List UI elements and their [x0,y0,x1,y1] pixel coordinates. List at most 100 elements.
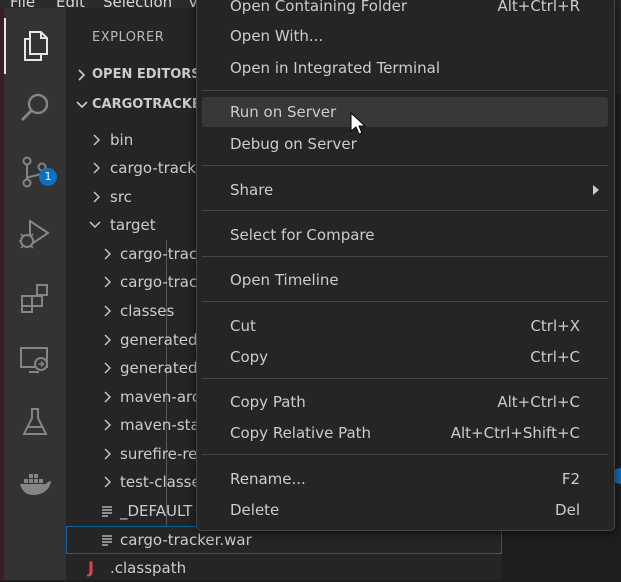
tree-item-label: target [110,216,156,234]
tree-item-label: maven-arc [120,388,201,406]
menu-separator [202,90,608,91]
menu-item-shortcut: Alt+Ctrl+C [497,393,580,411]
chevron-right-icon [104,419,111,431]
menu-item-copy-path[interactable]: Copy Path Alt+Ctrl+C [202,387,608,417]
chevron-right-icon [78,69,86,81]
menu-separator [202,210,608,211]
submenu-arrow-icon [593,185,599,195]
menu-item-copy[interactable]: Copy Ctrl+C [202,342,608,372]
remote-explorer-icon [20,347,48,373]
testing-activity[interactable] [4,394,66,450]
menu-item-open-containing-folder[interactable]: Open Containing Folder Alt+Ctrl+R [202,0,608,21]
menu-item-shortcut: Ctrl+X [530,317,580,335]
menu-item-delete[interactable]: Delete Del [202,495,608,525]
run-debug-icon [19,219,50,249]
menu-item-label: Delete [230,501,280,519]
menu-item-select-for-compare[interactable]: Select for Compare [202,220,608,250]
menu-item-label: Open Timeline [230,271,339,289]
tree-item-label: maven-sta [120,416,200,434]
chevron-right-icon [104,391,111,403]
menu-edit[interactable]: Edit [56,0,85,10]
menu-item-open-terminal[interactable]: Open in Integrated Terminal [202,53,608,83]
docker-activity[interactable] [4,456,66,512]
chevron-right-icon [104,448,111,460]
mouse-cursor-icon [350,112,366,135]
activity-bar: 1 [4,8,66,580]
project-label: CARGOTRACKER [92,97,211,112]
menu-item-shortcut: Alt+Ctrl+R [497,0,580,15]
menu-item-label: Copy [230,348,269,366]
tree-item-classpath[interactable]: J .classpath [66,554,502,582]
file-lines-icon [102,535,112,546]
menu-item-label: Rename... [230,470,306,488]
docker-icon [20,474,51,495]
search-activity[interactable] [4,80,66,136]
chevron-right-icon [104,305,111,317]
chevron-right-icon [104,276,111,288]
menu-item-label: Debug on Server [230,135,357,153]
menu-item-copy-relative-path[interactable]: Copy Relative Path Alt+Ctrl+Shift+C [202,418,608,448]
menu-item-share[interactable]: Share [202,175,608,205]
menu-item-debug-on-server[interactable]: Debug on Server [202,129,608,159]
menu-item-label: Copy Relative Path [230,424,372,442]
chevron-right-icon [104,362,111,374]
menu-item-label: Open Containing Folder [230,0,408,15]
tree-item-label: bin [110,131,134,149]
tree-item-label: _DEFAULT [120,502,193,520]
java-icon: J [88,558,94,577]
chevron-right-icon [104,334,111,346]
menu-item-open-timeline[interactable]: Open Timeline [202,265,608,295]
chevron-right-icon [104,476,111,488]
tree-item-label: classes [120,302,175,320]
menu-item-label: Run on Server [230,103,337,121]
menu-separator [202,378,608,379]
menu-item-label: Cut [230,317,256,335]
menu-item-label: Open With... [230,27,324,45]
tree-item-label: generated [120,359,198,377]
menu-item-shortcut: Ctrl+C [530,348,580,366]
extensions-activity[interactable] [4,270,66,326]
explorer-title: EXPLORER [92,30,165,45]
file-lines-icon [102,506,112,517]
menu-item-run-on-server[interactable]: Run on Server [202,97,608,127]
menu-item-open-with[interactable]: Open With... [202,21,608,51]
extensions-icon [21,284,48,313]
menu-item-label: Copy Path [230,393,306,411]
chevron-right-icon [93,191,100,203]
menu-file[interactable]: File [10,0,35,10]
tree-item-label: generated [120,331,198,349]
source-control-activity[interactable]: 1 [4,144,66,200]
tree-item-label: cargo-track [110,159,196,177]
menu-item-shortcut: Alt+Ctrl+Shift+C [450,424,580,442]
testing-icon [22,408,48,435]
menu-item-rename[interactable]: Rename... F2 [202,464,608,494]
menu-separator [202,454,608,455]
menu-item-label: Open in Integrated Terminal [230,59,440,77]
tree-item-label: surefire-re [120,445,198,463]
chevron-right-icon [104,248,111,260]
explorer-activity[interactable] [4,18,66,74]
tree-item-label: .classpath [110,559,187,577]
chevron-right-icon [93,162,100,174]
context-menu: Open Containing Folder Alt+Ctrl+R Open W… [196,0,615,531]
menu-separator [202,256,608,257]
tree-item-label: test-classe [120,473,201,491]
search-icon [20,93,49,122]
run-debug-activity[interactable] [4,206,66,262]
tree-item-label: cargo-track [120,273,206,291]
chevron-down-icon [89,221,101,228]
menu-item-cut[interactable]: Cut Ctrl+X [202,311,608,341]
menu-item-shortcut: F2 [561,470,580,488]
source-control-badge: 1 [39,168,57,186]
remote-explorer-activity[interactable] [4,332,66,388]
menu-item-label: Share [230,181,274,199]
menu-item-label: Select for Compare [230,226,375,244]
tree-item-label: src [110,188,132,206]
menu-selection[interactable]: Selection [103,0,172,10]
menu-item-shortcut: Del [555,501,580,519]
menu-separator [202,165,608,166]
tree-item-label: cargo-track [120,245,206,263]
open-editors-label: OPEN EDITORS [92,67,201,82]
menu-separator [202,301,608,302]
files-icon [24,31,48,61]
